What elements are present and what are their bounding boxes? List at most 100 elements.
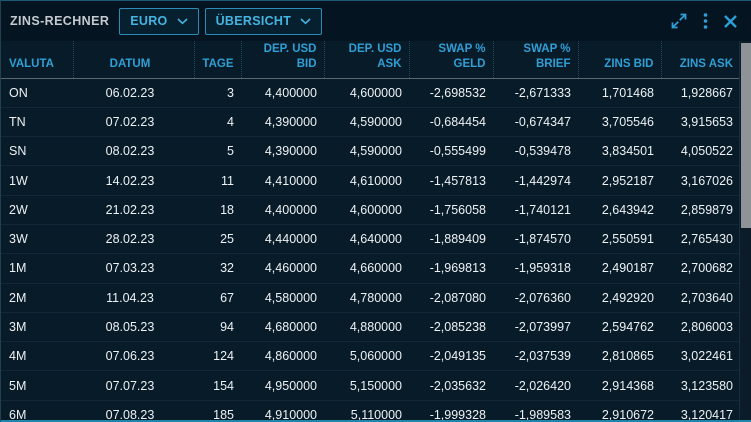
cell-dep_usd_bid: 4,410000	[241, 166, 324, 195]
table-header: VALUTA DATUM TAGE DEP. USD BID DEP. USD …	[1, 41, 740, 78]
cell-datum: 21.02.23	[73, 195, 194, 224]
currency-dropdown-value: EURO	[130, 14, 167, 28]
table-row[interactable]: TN07.02.2344,3900004,590000-0,684454-0,6…	[1, 107, 740, 136]
cell-zins_bid: 1,701468	[578, 78, 661, 107]
window-controls	[670, 12, 751, 30]
table-row[interactable]: 4M07.06.231244,8600005,060000-2,049135-2…	[1, 342, 740, 371]
cell-dep_usd_ask: 5,150000	[324, 371, 409, 400]
cell-swap_brief: -0,674347	[493, 107, 578, 136]
table-row[interactable]: 1M07.03.23324,4600004,660000-1,969813-1,…	[1, 254, 740, 283]
cell-tage: 4	[194, 107, 241, 136]
column-header-swap-geld[interactable]: SWAP % GELD	[409, 41, 493, 78]
cell-dep_usd_ask: 4,600000	[324, 78, 409, 107]
column-header-dep-usd-ask[interactable]: DEP. USD ASK	[324, 41, 409, 78]
cell-zins_ask: 2,859879	[661, 195, 740, 224]
cell-datum: 06.02.23	[73, 78, 194, 107]
cell-zins_bid: 2,952187	[578, 166, 661, 195]
titlebar: ZINS-RECHNER EURO ÜBERSICHT	[1, 1, 751, 41]
cell-swap_geld: -1,969813	[409, 254, 493, 283]
cell-zins_ask: 3,167026	[661, 166, 740, 195]
cell-dep_usd_ask: 4,590000	[324, 107, 409, 136]
table-area: VALUTA DATUM TAGE DEP. USD BID DEP. USD …	[1, 41, 751, 420]
cell-tage: 5	[194, 137, 241, 166]
chevron-down-icon	[177, 18, 188, 25]
column-header-dep-usd-bid[interactable]: DEP. USD BID	[241, 41, 324, 78]
cell-dep_usd_bid: 4,440000	[241, 224, 324, 253]
cell-zins_bid: 3,834501	[578, 137, 661, 166]
cell-zins_ask: 3,022461	[661, 342, 740, 371]
column-header-tage[interactable]: TAGE	[194, 41, 241, 78]
currency-dropdown[interactable]: EURO	[119, 8, 198, 35]
expand-icon[interactable]	[670, 12, 688, 30]
cell-dep_usd_ask: 4,660000	[324, 254, 409, 283]
cell-tage: 25	[194, 224, 241, 253]
table-row[interactable]: 2W21.02.23184,4000004,600000-1,756058-1,…	[1, 195, 740, 224]
cell-swap_geld: -1,999328	[409, 400, 493, 422]
cell-dep_usd_bid: 4,460000	[241, 254, 324, 283]
table-row[interactable]: 5M07.07.231544,9500005,150000-2,035632-2…	[1, 371, 740, 400]
cell-swap_brief: -2,073997	[493, 312, 578, 341]
cell-datum: 07.06.23	[73, 342, 194, 371]
cell-dep_usd_ask: 5,110000	[324, 400, 409, 422]
cell-dep_usd_ask: 4,600000	[324, 195, 409, 224]
cell-swap_brief: -2,076360	[493, 283, 578, 312]
cell-swap_geld: -2,698532	[409, 78, 493, 107]
cell-valuta: 1W	[1, 166, 73, 195]
cell-zins_ask: 2,806003	[661, 312, 740, 341]
cell-swap_geld: -1,756058	[409, 195, 493, 224]
column-header-zins-ask[interactable]: ZINS ASK	[661, 41, 740, 78]
cell-dep_usd_bid: 4,390000	[241, 137, 324, 166]
cell-datum: 07.07.23	[73, 371, 194, 400]
rates-table: VALUTA DATUM TAGE DEP. USD BID DEP. USD …	[1, 41, 740, 422]
table-row[interactable]: 6M07.08.231854,9100005,110000-1,999328-1…	[1, 400, 740, 422]
table-row[interactable]: ON06.02.2334,4000004,600000-2,698532-2,6…	[1, 78, 740, 107]
cell-datum: 28.02.23	[73, 224, 194, 253]
table-row[interactable]: SN08.02.2354,3900004,590000-0,555499-0,5…	[1, 137, 740, 166]
cell-dep_usd_bid: 4,910000	[241, 400, 324, 422]
cell-swap_brief: -1,740121	[493, 195, 578, 224]
cell-dep_usd_bid: 4,860000	[241, 342, 324, 371]
column-header-swap-brief[interactable]: SWAP % BRIEF	[493, 41, 578, 78]
cell-tage: 94	[194, 312, 241, 341]
table-row[interactable]: 2M11.04.23674,5800004,780000-2,087080-2,…	[1, 283, 740, 312]
cell-zins_ask: 4,050522	[661, 137, 740, 166]
close-icon[interactable]	[723, 14, 738, 29]
cell-zins_ask: 2,700682	[661, 254, 740, 283]
cell-swap_geld: -2,087080	[409, 283, 493, 312]
cell-zins_bid: 2,594762	[578, 312, 661, 341]
column-header-zins-bid[interactable]: ZINS BID	[578, 41, 661, 78]
cell-swap_brief: -0,539478	[493, 137, 578, 166]
view-dropdown[interactable]: ÜBERSICHT	[205, 8, 323, 35]
cell-tage: 11	[194, 166, 241, 195]
cell-dep_usd_bid: 4,400000	[241, 78, 324, 107]
table-body: ON06.02.2334,4000004,600000-2,698532-2,6…	[1, 78, 740, 422]
cell-zins_ask: 3,123580	[661, 371, 740, 400]
cell-swap_brief: -1,442974	[493, 166, 578, 195]
cell-swap_brief: -1,959318	[493, 254, 578, 283]
table-row[interactable]: 1W14.02.23114,4100004,610000-1,457813-1,…	[1, 166, 740, 195]
cell-dep_usd_ask: 4,780000	[324, 283, 409, 312]
cell-datum: 08.02.23	[73, 137, 194, 166]
cell-datum: 07.02.23	[73, 107, 194, 136]
column-header-datum[interactable]: DATUM	[73, 41, 194, 78]
cell-zins_ask: 1,928667	[661, 78, 740, 107]
cell-dep_usd_bid: 4,580000	[241, 283, 324, 312]
kebab-menu-icon[interactable]	[703, 12, 708, 30]
table-row[interactable]: 3M08.05.23944,6800004,880000-2,085238-2,…	[1, 312, 740, 341]
cell-tage: 154	[194, 371, 241, 400]
cell-valuta: 4M	[1, 342, 73, 371]
cell-dep_usd_bid: 4,950000	[241, 371, 324, 400]
table-row[interactable]: 3W28.02.23254,4400004,640000-1,889409-1,…	[1, 224, 740, 253]
column-header-valuta[interactable]: VALUTA	[1, 41, 73, 78]
cell-zins_bid: 2,910672	[578, 400, 661, 422]
cell-datum: 14.02.23	[73, 166, 194, 195]
cell-valuta: 3W	[1, 224, 73, 253]
scrollbar-thumb[interactable]	[741, 43, 751, 228]
cell-swap_geld: -1,457813	[409, 166, 493, 195]
cell-tage: 67	[194, 283, 241, 312]
cell-zins_bid: 2,492920	[578, 283, 661, 312]
vertical-scrollbar[interactable]	[739, 41, 751, 420]
cell-zins_ask: 3,915653	[661, 107, 740, 136]
cell-swap_brief: -2,671333	[493, 78, 578, 107]
cell-swap_geld: -2,035632	[409, 371, 493, 400]
